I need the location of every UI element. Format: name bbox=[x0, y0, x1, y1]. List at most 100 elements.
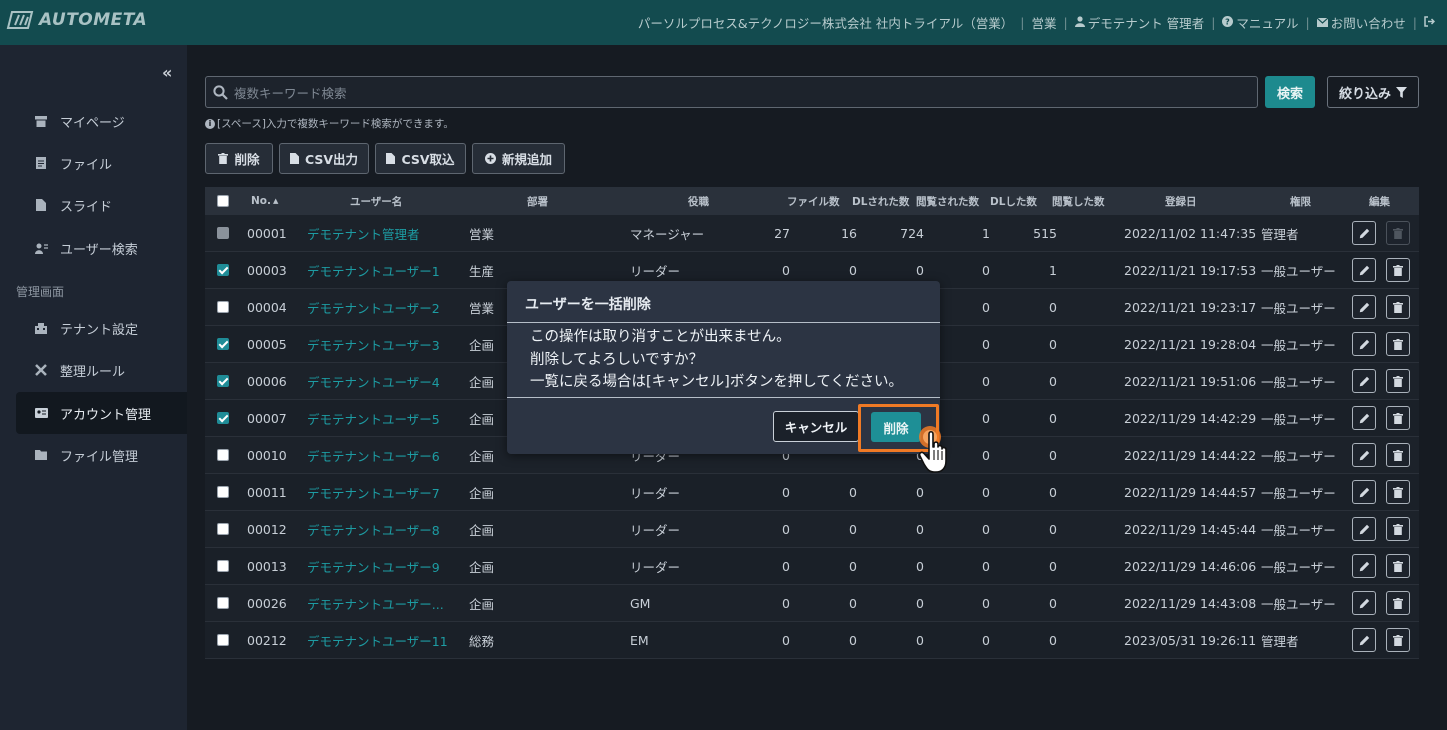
divider bbox=[507, 397, 940, 398]
search-input[interactable]: 複数キーワード検索 bbox=[205, 76, 1258, 108]
user-name-link[interactable]: デモテナントユーザー9 bbox=[307, 548, 440, 584]
trash-icon bbox=[1393, 301, 1403, 313]
store-icon bbox=[30, 115, 52, 127]
row-checkbox[interactable] bbox=[217, 289, 229, 325]
user-name-link[interactable]: デモテナントユーザー1 bbox=[307, 252, 440, 288]
sidebar-item-files[interactable]: ファイル bbox=[16, 142, 187, 184]
row-checkbox[interactable] bbox=[217, 474, 229, 510]
company-name: パーソルプロセス&テクノロジー株式会社 社内トライアル（営業） bbox=[637, 16, 1014, 31]
row-checkbox[interactable] bbox=[217, 400, 229, 436]
delete-button[interactable]: 削除 bbox=[205, 143, 273, 174]
edit-button[interactable] bbox=[1352, 400, 1376, 436]
delete-row-button[interactable] bbox=[1386, 363, 1410, 399]
edit-button[interactable] bbox=[1352, 252, 1376, 288]
search-button[interactable]: 検索 bbox=[1265, 76, 1315, 108]
cell-registered: 2022/11/29 14:45:44 bbox=[1124, 521, 1257, 537]
manual-link[interactable]: マニュアル bbox=[1236, 13, 1298, 32]
edit-button[interactable] bbox=[1352, 326, 1376, 362]
header-dl-received[interactable]: DLされた数 bbox=[852, 187, 909, 215]
pencil-icon bbox=[1359, 598, 1369, 608]
row-checkbox[interactable] bbox=[217, 437, 229, 473]
cell-role: リーダー bbox=[630, 485, 681, 501]
edit-button[interactable] bbox=[1352, 511, 1376, 547]
cell-no: 00012 bbox=[247, 521, 287, 537]
cancel-button[interactable]: キャンセル bbox=[773, 411, 859, 442]
csv-export-button[interactable]: CSV出力 bbox=[279, 143, 369, 174]
collapse-sidebar-icon[interactable]: « bbox=[162, 63, 172, 82]
sidebar-item-rules[interactable]: 整理ルール bbox=[16, 349, 187, 391]
cell-dept: 企画 bbox=[469, 522, 495, 538]
edit-button[interactable] bbox=[1352, 437, 1376, 473]
search-hint: i [スペース]入力で複数キーワード検索ができます。 bbox=[205, 116, 454, 131]
trash-icon bbox=[1393, 449, 1403, 461]
cell-dept: 企画 bbox=[469, 374, 495, 390]
row-checkbox[interactable] bbox=[217, 326, 229, 362]
row-checkbox[interactable] bbox=[217, 511, 229, 547]
add-new-button[interactable]: 新規追加 bbox=[472, 143, 565, 174]
delete-row-button[interactable] bbox=[1386, 437, 1410, 473]
user-name-link[interactable]: デモテナント管理者 bbox=[307, 215, 420, 251]
row-checkbox[interactable] bbox=[217, 252, 229, 288]
user-name-link[interactable]: デモテナントユーザー2 bbox=[307, 289, 440, 325]
user-name-link[interactable]: デモテナントユーザー7 bbox=[307, 474, 440, 510]
cell-dl-received: 16 bbox=[841, 225, 857, 241]
user-name-link[interactable]: デモテナントユーザー11 bbox=[307, 622, 448, 658]
delete-row-button[interactable] bbox=[1386, 622, 1410, 658]
logout-icon[interactable] bbox=[1424, 15, 1436, 30]
header-name[interactable]: ユーザー名 bbox=[350, 187, 402, 215]
edit-button[interactable] bbox=[1352, 474, 1376, 510]
edit-button[interactable] bbox=[1352, 585, 1376, 621]
file-icon bbox=[30, 199, 52, 211]
user-name-link[interactable]: デモテナントユーザー4 bbox=[307, 363, 440, 399]
row-checkbox[interactable] bbox=[217, 548, 229, 584]
delete-row-button[interactable] bbox=[1386, 585, 1410, 621]
edit-button[interactable] bbox=[1352, 289, 1376, 325]
header-dept[interactable]: 部署 bbox=[527, 187, 548, 215]
select-all-checkbox[interactable] bbox=[217, 187, 229, 215]
sidebar-item-account-management[interactable]: アカウント管理 bbox=[16, 392, 187, 434]
delete-row-button[interactable] bbox=[1386, 400, 1410, 436]
department-link[interactable]: 営業 bbox=[1031, 13, 1056, 32]
sidebar-item-mypage[interactable]: マイページ bbox=[16, 100, 187, 142]
sidebar-item-tenant-settings[interactable]: テナント設定 bbox=[16, 307, 187, 349]
user-name-link[interactable]: デモテナントユーザー... bbox=[307, 585, 444, 621]
file-icon bbox=[386, 153, 396, 164]
sidebar-item-file-management[interactable]: ファイル管理 bbox=[16, 434, 187, 476]
header-authority[interactable]: 権限 bbox=[1290, 187, 1311, 215]
sidebar-item-user-search[interactable]: ユーザー検索 bbox=[16, 227, 187, 269]
delete-row-button[interactable] bbox=[1386, 289, 1410, 325]
header-no[interactable]: No. ▲ bbox=[251, 187, 278, 215]
app-logo[interactable]: AUTOMETA bbox=[6, 10, 147, 30]
delete-row-button[interactable] bbox=[1386, 548, 1410, 584]
delete-row-button[interactable] bbox=[1386, 474, 1410, 510]
header-files[interactable]: ファイル数 bbox=[787, 187, 840, 215]
contact-link[interactable]: お問い合わせ bbox=[1331, 13, 1406, 32]
header-role[interactable]: 役職 bbox=[688, 187, 709, 215]
sidebar-item-slides[interactable]: スライド bbox=[16, 184, 187, 226]
row-checkbox[interactable] bbox=[217, 585, 229, 621]
row-checkbox[interactable] bbox=[217, 215, 229, 251]
trash-icon bbox=[1393, 412, 1403, 424]
header-dl-done[interactable]: DLした数 bbox=[990, 187, 1037, 215]
header-viewed[interactable]: 閲覧された数 bbox=[916, 187, 979, 215]
edit-button[interactable] bbox=[1352, 363, 1376, 399]
filter-button[interactable]: 絞り込み bbox=[1327, 76, 1419, 108]
delete-row-button[interactable] bbox=[1386, 252, 1410, 288]
header-registered[interactable]: 登録日 bbox=[1165, 187, 1197, 215]
user-name-link[interactable]: デモテナントユーザー3 bbox=[307, 326, 440, 362]
edit-button[interactable] bbox=[1352, 215, 1376, 251]
row-checkbox[interactable] bbox=[217, 363, 229, 399]
delete-row-button[interactable] bbox=[1386, 326, 1410, 362]
csv-import-label: CSV取込 bbox=[401, 152, 455, 167]
row-checkbox[interactable] bbox=[217, 622, 229, 658]
user-name-link[interactable]: デモテナントユーザー6 bbox=[307, 437, 440, 473]
header-view-done[interactable]: 閲覧した数 bbox=[1052, 187, 1105, 215]
csv-import-button[interactable]: CSV取込 bbox=[375, 143, 466, 174]
user-menu[interactable]: デモテナント 管理者 bbox=[1088, 13, 1204, 32]
delete-row-button[interactable] bbox=[1386, 511, 1410, 547]
edit-button[interactable] bbox=[1352, 622, 1376, 658]
user-name-link[interactable]: デモテナントユーザー5 bbox=[307, 400, 440, 436]
user-name-link[interactable]: デモテナントユーザー8 bbox=[307, 511, 440, 547]
edit-button[interactable] bbox=[1352, 548, 1376, 584]
hand-pointer-icon bbox=[918, 426, 947, 473]
